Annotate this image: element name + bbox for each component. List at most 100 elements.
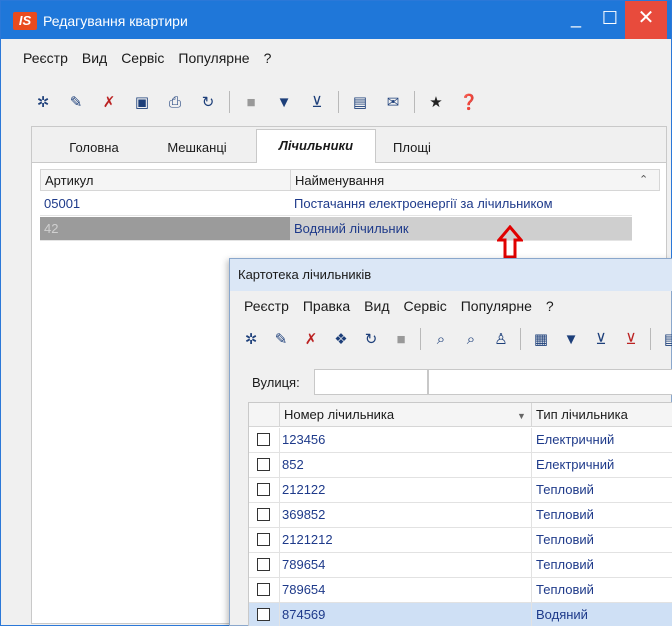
column-header-article[interactable]: Артикул — [41, 170, 291, 191]
tab-bar: Головна Мешканці Лічильники Площі — [32, 127, 666, 163]
tab-areas[interactable]: Площі — [382, 135, 442, 163]
new-icon[interactable]: ✲ — [31, 90, 55, 114]
menu-service[interactable]: Сервіс — [121, 45, 164, 71]
delete-icon[interactable]: ✗ — [300, 327, 322, 351]
cell-meter-type: Електричний — [531, 428, 672, 453]
row-checkbox[interactable] — [257, 433, 270, 446]
tree-icon[interactable]: ♙ — [490, 327, 512, 351]
table-row[interactable]: 789654 Тепловий — [249, 553, 672, 578]
table-row[interactable]: 123456 Електричний — [249, 428, 672, 453]
edit-icon[interactable]: ✎ — [270, 327, 292, 351]
meters-catalog-window: Картотека лічильників Реєстр Правка Вид … — [229, 258, 672, 626]
sub-menu-popular[interactable]: Популярне — [461, 293, 532, 319]
print-icon[interactable]: ⎙ — [163, 90, 187, 114]
table-row[interactable]: 2121212 Тепловий — [249, 528, 672, 553]
row-checkbox[interactable] — [257, 558, 270, 571]
cell-article: 42 — [40, 217, 290, 241]
form-icon[interactable]: ▤ — [348, 90, 372, 114]
table-row-selected[interactable]: 874569 Водяний — [249, 603, 672, 626]
table-row[interactable]: 789654 Тепловий — [249, 578, 672, 603]
row-checkbox[interactable] — [257, 533, 270, 546]
block-icon[interactable]: ■ — [390, 327, 412, 351]
table-row-selected[interactable]: 42 Водяний лічильник — [40, 217, 632, 241]
cell-meter-number: 874569 — [279, 603, 529, 626]
filter-clear-icon[interactable]: ⊻ — [305, 90, 329, 114]
row-checkbox[interactable] — [257, 458, 270, 471]
toolbar-separator — [338, 91, 339, 113]
help-icon[interactable]: ❓ — [457, 90, 481, 114]
checkbox-column-header[interactable] — [249, 403, 279, 427]
sub-menu-service[interactable]: Сервіс — [403, 293, 446, 319]
menu-bar: Реєстр Вид Сервіс Популярне ? — [1, 45, 671, 71]
sort-down-icon[interactable]: ▼ — [517, 411, 526, 421]
copy-icon[interactable]: ❖ — [330, 327, 352, 351]
cell-meter-type: Тепловий — [531, 528, 672, 553]
cell-meter-type: Тепловий — [531, 478, 672, 503]
filter-icon[interactable]: ▼ — [272, 90, 296, 114]
form-icon[interactable]: ▤ — [660, 327, 672, 351]
grid-header: Артикул Найменування ⌃ — [40, 169, 660, 191]
close-button[interactable]: ✕ — [625, 1, 667, 39]
column-header-meter-type[interactable]: Тип лічильника — [531, 403, 672, 427]
filter-clear-icon[interactable]: ⊻ — [590, 327, 612, 351]
sub-menu-registry[interactable]: Реєстр — [244, 293, 289, 319]
refresh-icon[interactable]: ↻ — [196, 90, 220, 114]
cell-name: Водяний лічильник — [290, 217, 632, 241]
menu-registry[interactable]: Реєстр — [23, 45, 68, 71]
tab-meters[interactable]: Лічильники — [256, 129, 376, 163]
tab-main[interactable]: Головна — [54, 135, 134, 163]
cell-meter-type: Тепловий — [531, 503, 672, 528]
block-icon[interactable]: ■ — [239, 90, 263, 114]
delete-icon[interactable]: ✗ — [97, 90, 121, 114]
new-icon[interactable]: ✲ — [240, 327, 262, 351]
sub-menu-view[interactable]: Вид — [364, 293, 389, 319]
tab-residents[interactable]: Мешканці — [152, 135, 242, 163]
refresh-icon[interactable]: ↻ — [360, 327, 382, 351]
grid-icon[interactable]: ▦ — [530, 327, 552, 351]
cell-name: Постачання електроенергії за лічильником — [290, 192, 632, 216]
meters-grid: Номер лічильника ▼ Тип лічильника 123456… — [248, 402, 672, 626]
edit-icon[interactable]: ✎ — [64, 90, 88, 114]
scroll-up-icon[interactable]: ⌃ — [635, 170, 655, 191]
cell-article: 05001 — [40, 192, 290, 216]
street-name-input[interactable] — [428, 369, 672, 395]
toolbar-separator — [650, 328, 651, 350]
red-arrow-annotation — [497, 225, 523, 259]
filter-remove-icon[interactable]: ⊻ — [620, 327, 642, 351]
app-logo: IS — [13, 12, 37, 30]
maximize-button[interactable]: ☐ — [591, 1, 629, 39]
mail-icon[interactable]: ✉ — [381, 90, 405, 114]
table-row[interactable]: 369852 Тепловий — [249, 503, 672, 528]
menu-popular[interactable]: Популярне — [178, 45, 249, 71]
menu-help[interactable]: ? — [264, 45, 272, 71]
sub-menu-help[interactable]: ? — [546, 293, 554, 319]
table-row[interactable]: 05001 Постачання електроенергії за лічил… — [40, 192, 632, 216]
minimize-button[interactable]: _ — [557, 1, 595, 39]
cell-meter-number: 212122 — [279, 478, 529, 503]
save-icon[interactable]: ▣ — [130, 90, 154, 114]
cell-meter-type: Електричний — [531, 453, 672, 478]
search-next-icon[interactable]: ⌕ — [460, 327, 482, 351]
filter-icon[interactable]: ▼ — [560, 327, 582, 351]
row-checkbox[interactable] — [257, 583, 270, 596]
sub-window-title[interactable]: Картотека лічильників — [230, 259, 672, 291]
column-header-meter-number[interactable]: Номер лічильника — [279, 403, 531, 427]
toolbar-separator — [414, 91, 415, 113]
sub-menu-edit[interactable]: Правка — [303, 293, 350, 319]
table-row[interactable]: 852 Електричний — [249, 453, 672, 478]
cell-meter-number: 2121212 — [279, 528, 529, 553]
row-checkbox[interactable] — [257, 508, 270, 521]
street-input[interactable] — [314, 369, 428, 395]
table-row[interactable]: 212122 Тепловий — [249, 478, 672, 503]
cell-meter-number: 852 — [279, 453, 529, 478]
main-toolbar: ✲ ✎ ✗ ▣ ⎙ ↻ ■ ▼ ⊻ ▤ ✉ ★ ❓ — [31, 87, 490, 117]
search-icon[interactable]: ⌕ — [430, 327, 452, 351]
cell-meter-number: 369852 — [279, 503, 529, 528]
title-bar[interactable]: IS Редагування квартири _ ☐ ✕ — [1, 1, 671, 39]
column-header-name[interactable]: Найменування — [291, 170, 631, 191]
row-checkbox[interactable] — [257, 483, 270, 496]
star-icon[interactable]: ★ — [424, 90, 448, 114]
menu-view[interactable]: Вид — [82, 45, 107, 71]
cell-meter-number: 789654 — [279, 578, 529, 603]
row-checkbox[interactable] — [257, 608, 270, 621]
